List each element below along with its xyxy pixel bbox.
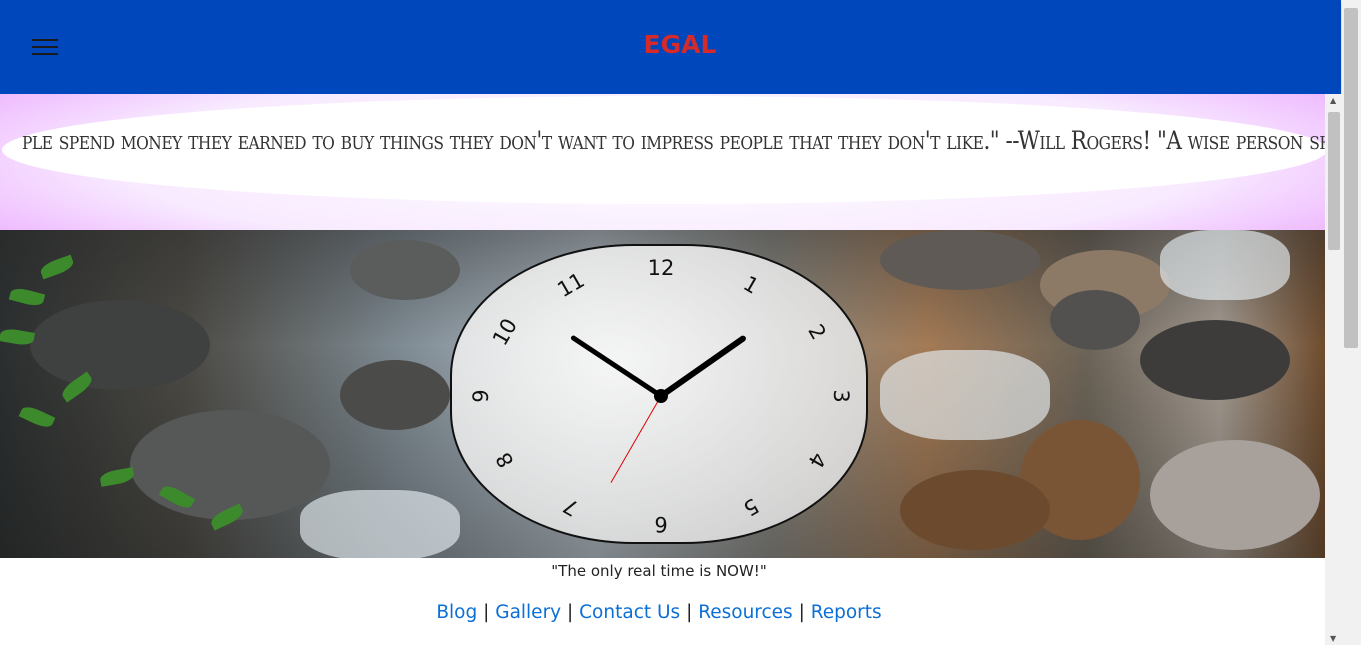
footer-separator: | — [798, 602, 805, 623]
site-title[interactable]: EGAL — [0, 30, 1360, 59]
footer-separator: | — [483, 602, 490, 623]
footer-link-resources[interactable]: Resources — [698, 602, 792, 623]
clock-hands — [570, 335, 746, 483]
footer-link-blog[interactable]: Blog — [436, 602, 477, 623]
inner-scrollbar-thumb[interactable] — [1328, 112, 1340, 250]
site-header: EGAL — [0, 0, 1341, 94]
tagline: "The only real time is NOW!" — [551, 562, 767, 580]
quote-marquee-band: ple spend money they earned to buy thing… — [0, 94, 1325, 230]
scroll-up-arrow-icon[interactable]: ▲ — [1330, 96, 1336, 105]
footer-separator: | — [567, 602, 574, 623]
footer-nav: Blog | Gallery | Contact Us | Resources … — [0, 602, 1318, 623]
quote-marquee-text: ple spend money they earned to buy thing… — [22, 126, 1325, 155]
clock-minute-hand — [570, 335, 664, 399]
footer-link-reports[interactable]: Reports — [811, 602, 882, 623]
footer-link-contact-us[interactable]: Contact Us — [579, 602, 680, 623]
clock-center-hub — [654, 389, 668, 403]
analog-clock: 12 1 2 3 4 5 6 7 8 9 10 11 — [450, 244, 868, 544]
clock-second-hand — [610, 395, 662, 483]
page-scrollbar-thumb[interactable] — [1344, 8, 1358, 348]
footer-link-gallery[interactable]: Gallery — [495, 602, 561, 623]
scroll-down-arrow-icon[interactable]: ▼ — [1330, 634, 1336, 643]
clock-hour-hand — [658, 335, 746, 399]
footer-separator: | — [686, 602, 693, 623]
